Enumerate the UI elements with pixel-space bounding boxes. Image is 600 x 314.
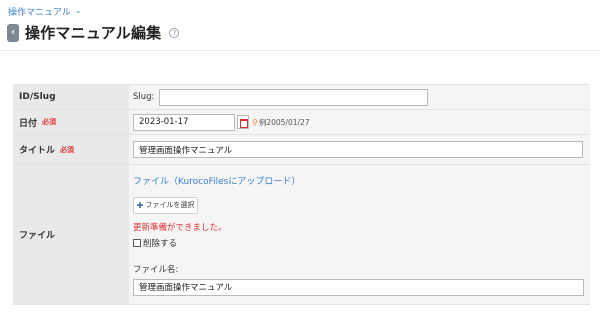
delete-label: 削除する — [143, 238, 178, 249]
select-file-button[interactable]: ✚ ファイルを選択 — [133, 196, 198, 214]
calendar-icon[interactable] — [237, 115, 249, 129]
file-label-text: ファイル — [19, 231, 56, 241]
pin-icon: ⚲ — [252, 117, 258, 127]
file-upload-link[interactable]: ファイル（KurocoFilesにアップロード） — [133, 174, 590, 187]
file-label: ファイル — [13, 165, 129, 304]
row-date: 日付 必須 ⚲ 例2005/01/27 — [13, 110, 590, 135]
title-input[interactable] — [133, 141, 583, 158]
id-slug-label-text: ID/Slug — [19, 92, 56, 102]
required-badge: 必須 — [60, 145, 75, 154]
title-row: ‹ 操作マニュアル編集 ? — [7, 22, 180, 43]
slug-label: Slug: — [133, 92, 155, 102]
status-message: 更新準備ができました。 — [133, 222, 227, 233]
select-file-label: ファイルを選択 — [145, 201, 195, 209]
file-value: ファイル（KurocoFilesにアップロード） ✚ ファイルを選択 更新準備が… — [129, 165, 590, 304]
breadcrumb-label[interactable]: 操作マニュアル — [8, 5, 71, 18]
chevron-down-icon[interactable]: ⌄ — [75, 6, 82, 15]
row-id-slug: ID/Slug Slug: — [13, 85, 590, 110]
delete-checkbox[interactable] — [133, 238, 141, 247]
slug-input[interactable] — [159, 88, 429, 106]
required-badge: 必須 — [42, 118, 57, 126]
page-title: 操作マニュアル編集 — [25, 24, 162, 42]
date-example: ⚲ 例2005/01/27 — [252, 117, 310, 128]
title-value — [129, 135, 590, 164]
delete-checkbox-row[interactable]: 削除する — [133, 237, 590, 249]
title-label-text: タイトル — [19, 146, 56, 156]
file-block: ファイル（KurocoFilesにアップロード） ✚ ファイルを選択 更新準備が… — [133, 174, 590, 296]
filename-input[interactable] — [133, 278, 584, 296]
date-value: ⚲ 例2005/01/27 — [129, 110, 590, 134]
help-icon[interactable]: ? — [169, 27, 180, 38]
title-label: タイトル 必須 — [13, 135, 129, 164]
back-button[interactable]: ‹ — [7, 23, 19, 42]
header-divider — [0, 50, 600, 51]
edit-form: ID/Slug Slug: 日付 必須 ⚲ 例2005/01/27 タイトル 必… — [13, 84, 590, 305]
breadcrumb[interactable]: 操作マニュアル ⌄ — [8, 5, 81, 18]
filename-label: ファイル名: — [133, 264, 179, 275]
id-slug-value: Slug: — [129, 85, 590, 109]
plus-icon: ✚ — [136, 200, 144, 210]
date-label: 日付 必須 — [13, 110, 129, 134]
date-input[interactable] — [133, 113, 235, 131]
id-slug-label: ID/Slug — [13, 85, 129, 109]
row-file: ファイル ファイル（KurocoFilesにアップロード） ✚ ファイルを選択 … — [13, 165, 590, 305]
date-label-text: 日付 — [19, 118, 38, 129]
row-title: タイトル 必須 — [13, 135, 590, 165]
date-example-text: 例2005/01/27 — [258, 117, 310, 127]
